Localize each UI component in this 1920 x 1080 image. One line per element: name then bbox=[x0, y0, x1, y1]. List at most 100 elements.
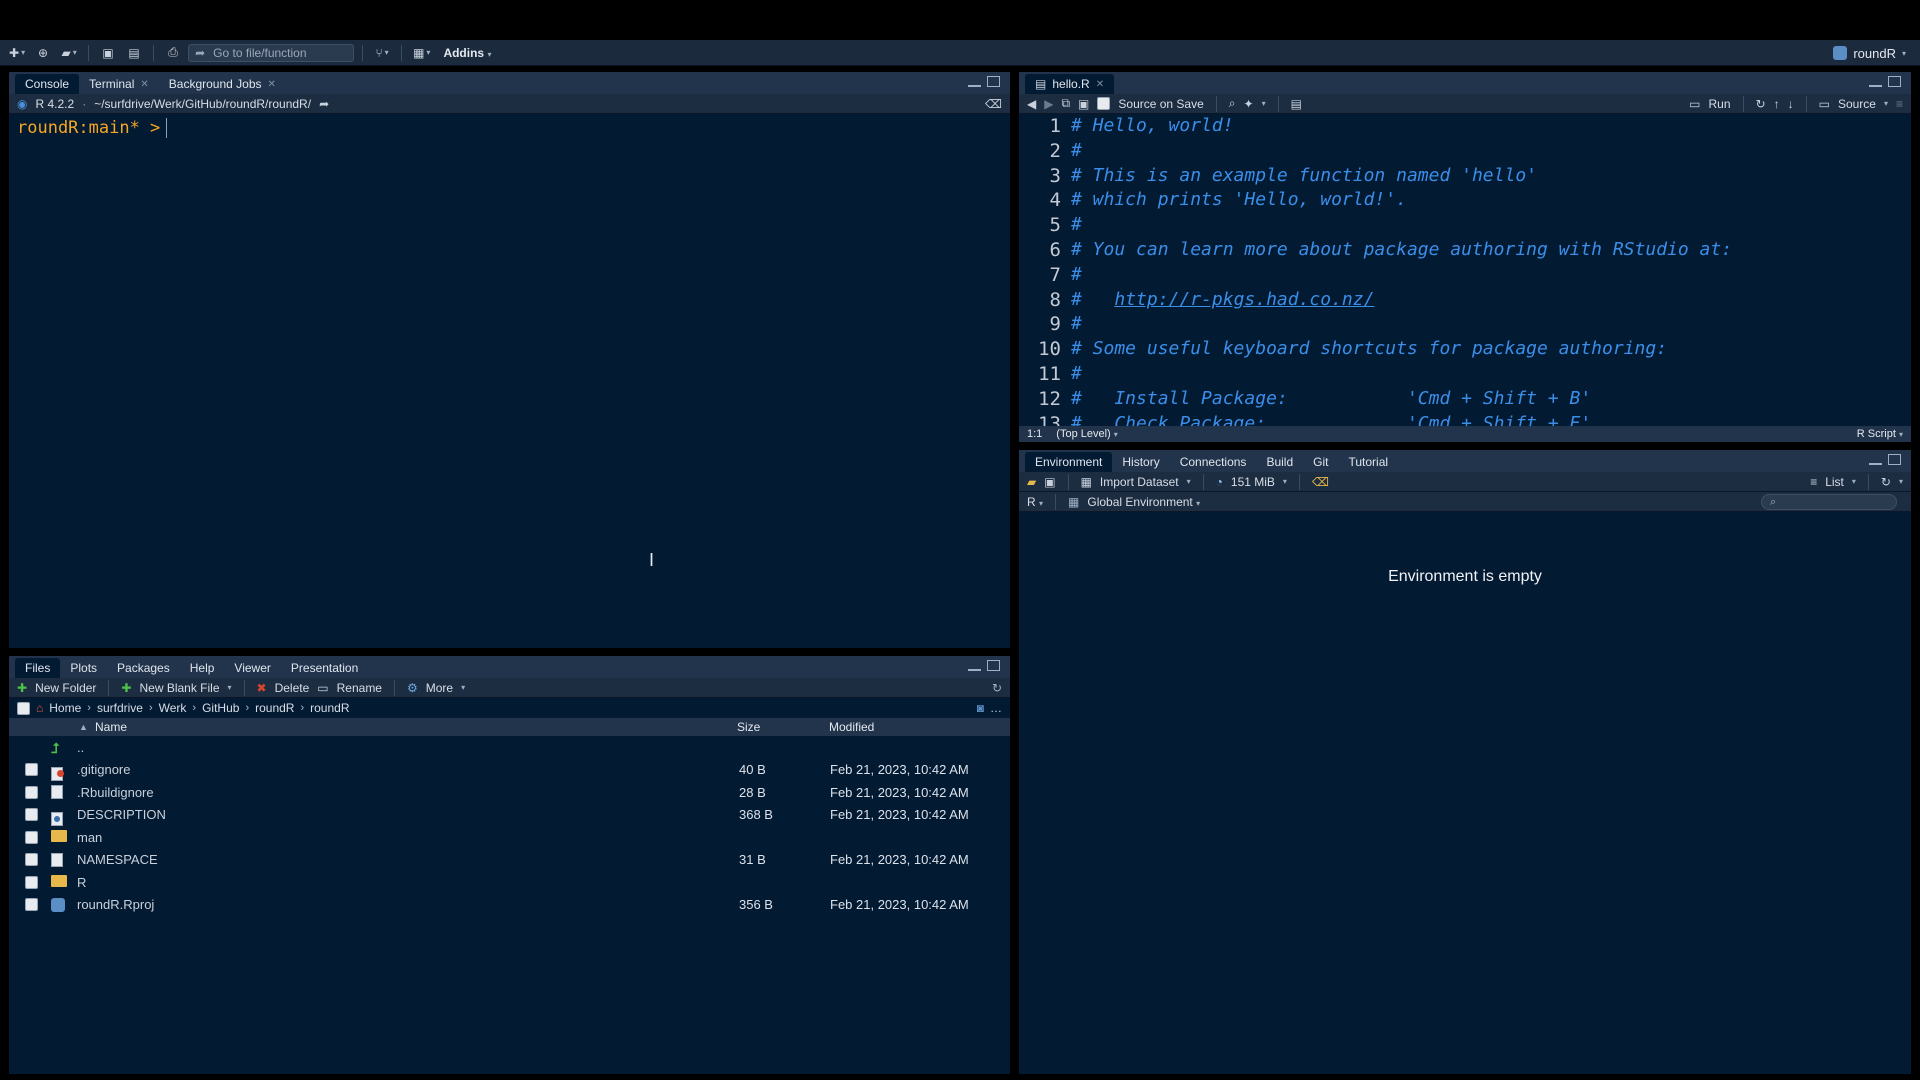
row-checkbox[interactable] bbox=[25, 763, 38, 777]
tab-background-jobs[interactable]: Background Jobs ✕ bbox=[159, 74, 286, 94]
close-icon[interactable]: ✕ bbox=[1096, 79, 1104, 90]
clear-console-icon[interactable]: ⌫ bbox=[985, 97, 1002, 111]
breadcrumb-roundr[interactable]: roundR bbox=[255, 701, 294, 715]
code-line[interactable]: # bbox=[1071, 362, 1911, 387]
broom-icon[interactable]: ⌫ bbox=[1312, 475, 1329, 489]
tab-presentation[interactable]: Presentation bbox=[281, 658, 368, 678]
table-row[interactable]: .Rbuildignore 28 B Feb 21, 2023, 10:42 AM bbox=[9, 781, 1010, 804]
file-name-link[interactable]: roundR.Rproj bbox=[77, 897, 154, 912]
parent-directory-link[interactable]: .. bbox=[77, 740, 84, 755]
ellipsis-icon[interactable]: … bbox=[990, 701, 1002, 715]
delete-button[interactable]: Delete bbox=[275, 681, 310, 695]
tab-tutorial[interactable]: Tutorial bbox=[1338, 452, 1398, 472]
column-size[interactable]: Size bbox=[737, 720, 760, 734]
tab-console[interactable]: Console bbox=[15, 74, 80, 94]
table-row[interactable]: roundR.Rproj 356 B Feb 21, 2023, 10:42 AM bbox=[9, 894, 1010, 917]
tab-plots[interactable]: Plots bbox=[60, 658, 107, 678]
tab-history[interactable]: History bbox=[1112, 452, 1169, 472]
back-arrow-icon[interactable]: ◀ bbox=[1027, 97, 1036, 111]
code-line[interactable]: # bbox=[1071, 263, 1911, 288]
go-to-file-input[interactable]: ➦ Go to file/function bbox=[188, 43, 355, 62]
source-on-save-checkbox[interactable] bbox=[1097, 97, 1111, 110]
open-file-icon[interactable]: ▰ ▾ bbox=[58, 43, 80, 63]
row-checkbox[interactable] bbox=[25, 875, 38, 889]
project-menu[interactable]: roundR ▾ bbox=[1833, 40, 1906, 66]
code-line[interactable]: # bbox=[1071, 213, 1911, 238]
layout-grid-icon[interactable]: ▦ ▾ bbox=[410, 43, 433, 63]
print-icon[interactable]: ⎙ bbox=[162, 43, 184, 63]
source-button[interactable]: Source bbox=[1838, 97, 1876, 111]
row-checkbox[interactable] bbox=[25, 785, 38, 799]
row-checkbox[interactable] bbox=[25, 808, 38, 822]
row-checkbox[interactable] bbox=[25, 898, 38, 912]
project-dir-icon[interactable]: ◙ bbox=[977, 701, 984, 715]
save-icon[interactable]: ▣ bbox=[97, 43, 119, 63]
tab-environment[interactable]: Environment bbox=[1025, 452, 1113, 472]
code-line[interactable]: # bbox=[1071, 312, 1911, 337]
rename-button[interactable]: Rename bbox=[337, 681, 382, 695]
home-icon[interactable]: ⌂ bbox=[36, 701, 43, 715]
tab-terminal[interactable]: Terminal ✕ bbox=[79, 74, 159, 94]
tab-help[interactable]: Help bbox=[180, 658, 225, 678]
list-view-selector[interactable]: List bbox=[1825, 475, 1844, 489]
tab-packages[interactable]: Packages bbox=[107, 658, 180, 678]
table-row-parent[interactable]: ⮥ .. bbox=[9, 736, 1010, 759]
code-line[interactable]: # This is an example function named 'hel… bbox=[1071, 164, 1911, 189]
maximize-icon[interactable] bbox=[987, 76, 1000, 87]
language-selector[interactable]: R ▾ bbox=[1027, 495, 1043, 509]
tab-connections[interactable]: Connections bbox=[1170, 452, 1257, 472]
code-line[interactable]: # Hello, world! bbox=[1071, 114, 1911, 139]
column-modified[interactable]: Modified bbox=[829, 720, 874, 734]
chevron-down-icon[interactable]: ▾ bbox=[1884, 99, 1888, 108]
forward-arrow-icon[interactable]: ▶ bbox=[1044, 97, 1053, 111]
code-editor[interactable]: 1 2 3 4 5 6 7 8 9 10 11 12 13 # Hello, world! # # This… bbox=[1019, 114, 1911, 435]
breadcrumb-home[interactable]: Home bbox=[49, 701, 81, 715]
open-folder-icon[interactable]: ▰ bbox=[1027, 475, 1036, 489]
tab-build[interactable]: Build bbox=[1256, 452, 1303, 472]
tab-git[interactable]: Git bbox=[1303, 452, 1338, 472]
file-type-selector[interactable]: R Script ▾ bbox=[1857, 428, 1903, 440]
magic-wand-icon[interactable]: ✦ bbox=[1244, 97, 1254, 111]
file-name-link[interactable]: R bbox=[77, 875, 86, 890]
code-area[interactable]: # Hello, world! # # This is an example fun… bbox=[1071, 114, 1911, 436]
code-line[interactable]: # You can learn more about package autho… bbox=[1071, 238, 1911, 263]
more-button[interactable]: More bbox=[426, 681, 453, 695]
environment-scope-selector[interactable]: Global Environment ▾ bbox=[1087, 495, 1200, 509]
code-line[interactable]: # bbox=[1071, 139, 1911, 164]
import-dataset-button[interactable]: Import Dataset bbox=[1100, 475, 1179, 489]
close-icon[interactable]: ✕ bbox=[140, 79, 148, 90]
refresh-icon[interactable]: ↻ bbox=[992, 681, 1002, 695]
goto-directory-icon[interactable]: ➦ bbox=[319, 97, 329, 111]
maximize-icon[interactable] bbox=[1888, 76, 1901, 87]
new-folder-button[interactable]: New Folder bbox=[35, 681, 96, 695]
arrow-up-icon[interactable]: ↑ bbox=[1774, 97, 1780, 111]
environment-search-input[interactable]: ⌕ bbox=[1761, 494, 1897, 510]
outline-icon[interactable]: ≡ bbox=[1896, 97, 1903, 111]
tab-files[interactable]: Files bbox=[15, 658, 61, 678]
table-row[interactable]: .gitignore 40 B Feb 21, 2023, 10:42 AM bbox=[9, 759, 1010, 782]
refresh-icon[interactable]: ↻ bbox=[1881, 475, 1891, 489]
save-icon[interactable]: ▣ bbox=[1044, 475, 1055, 489]
memory-usage[interactable]: 151 MiB bbox=[1231, 475, 1275, 489]
file-name-link[interactable]: DESCRIPTION bbox=[77, 807, 166, 822]
minimize-icon[interactable] bbox=[1869, 457, 1882, 465]
chevron-down-icon[interactable]: ▾ bbox=[461, 683, 465, 692]
save-all-icon[interactable]: ▤ bbox=[123, 43, 145, 63]
search-icon[interactable]: ⌕ bbox=[1229, 96, 1236, 111]
maximize-icon[interactable] bbox=[987, 660, 1000, 671]
breadcrumb-werk[interactable]: Werk bbox=[159, 701, 187, 715]
table-row[interactable]: DESCRIPTION 368 B Feb 21, 2023, 10:42 AM bbox=[9, 804, 1010, 827]
scope-selector[interactable]: (Top Level) ▾ bbox=[1056, 428, 1118, 440]
row-checkbox[interactable] bbox=[25, 830, 38, 844]
code-line[interactable]: # Some useful keyboard shortcuts for pac… bbox=[1071, 337, 1911, 362]
new-file-icon[interactable]: ✚ ▾ bbox=[6, 43, 28, 63]
minimize-icon[interactable] bbox=[968, 663, 981, 671]
code-link[interactable]: http://r-pkgs.had.co.nz/ bbox=[1114, 289, 1374, 310]
breadcrumb-github[interactable]: GitHub bbox=[202, 701, 239, 715]
table-row[interactable]: man bbox=[9, 826, 1010, 849]
table-row[interactable]: NAMESPACE 31 B Feb 21, 2023, 10:42 AM bbox=[9, 849, 1010, 872]
close-icon[interactable]: ✕ bbox=[268, 79, 276, 90]
chevron-down-icon[interactable]: ▾ bbox=[1852, 477, 1856, 486]
show-in-window-icon[interactable]: ⧉ bbox=[1061, 96, 1070, 111]
tab-viewer[interactable]: Viewer bbox=[224, 658, 280, 678]
